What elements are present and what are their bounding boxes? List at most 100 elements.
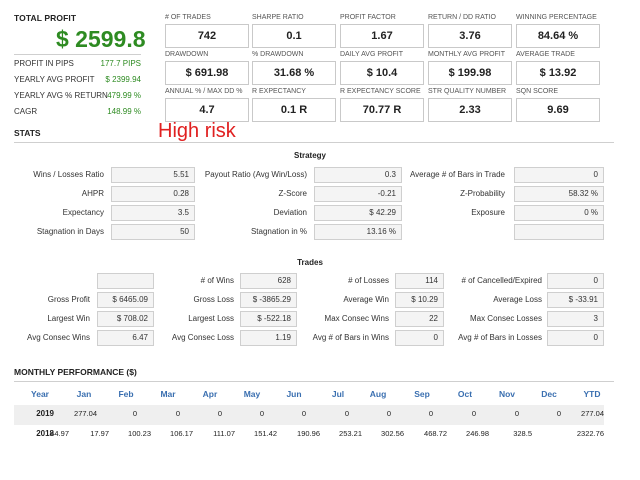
table-cell: 0 [386, 409, 391, 418]
trade-label: # of Wins [200, 276, 234, 285]
stat-value: -0.21 [314, 186, 402, 202]
total-profit-label: TOTAL PROFIT [14, 13, 77, 23]
metric-str-quality-number: STR QUALITY NUMBER 2.33 [428, 88, 512, 124]
trade-value: 0 [547, 273, 604, 289]
col-header-month: Oct [457, 389, 473, 399]
stat-label: Wins / Losses Ratio [33, 170, 104, 179]
trade-value: 0 [547, 330, 604, 346]
stat-label: Stagnation in Days [36, 227, 104, 236]
stat-label: Exposure [471, 208, 505, 217]
metric-average-trade: AVERAGE TRADE $ 13.92 [516, 51, 600, 87]
table-cell: 246.98 [466, 429, 489, 438]
metric-value: 9.69 [516, 98, 600, 122]
metric-value: $ 13.92 [516, 61, 600, 85]
metric-value: 742 [165, 24, 249, 48]
table-cell: 2322.76 [576, 429, 604, 438]
trade-value: 1.19 [240, 330, 297, 346]
metric-label: R EXPECTANCY SCORE [340, 88, 421, 95]
metric-label: AVERAGE TRADE [516, 51, 575, 58]
table-cell: 0 [301, 409, 306, 418]
metric-value: 0.1 [252, 24, 336, 48]
trade-value: 0 [395, 330, 444, 346]
col-header-month: Feb [118, 389, 134, 399]
metric-value: 84.64 % [516, 24, 600, 48]
col-header-month: Dec [541, 389, 557, 399]
table-cell: 106.17 [170, 429, 193, 438]
stat-value: 50 [111, 224, 195, 240]
col-header-month: Jul [331, 389, 345, 399]
stat-value: 0 [514, 167, 604, 183]
stat-label: Z-Score [278, 189, 307, 198]
table-cell: 100.23 [128, 429, 151, 438]
stat-value: 3.5 [111, 205, 195, 221]
monthly-title: MONTHLY PERFORMANCE ($) [14, 367, 137, 377]
metric-label: WINNING PERCENTAGE [516, 14, 597, 21]
table-cell: 0 [132, 409, 137, 418]
metric-label: # OF TRADES [165, 14, 211, 21]
table-cell: 0 [556, 409, 561, 418]
table-cell: 468.72 [424, 429, 447, 438]
metric-annual-max-dd: ANNUAL % / MAX DD % 4.7 [165, 88, 249, 124]
summary-divider [14, 54, 141, 55]
trade-value: $ 10.29 [395, 292, 444, 308]
stat-value: 13.16 % [314, 224, 402, 240]
high-risk-annotation: High risk [158, 120, 236, 142]
metric-label: PROFIT FACTOR [340, 14, 396, 21]
col-header-ytd: YTD [583, 389, 601, 399]
row-year: 2019 [36, 409, 54, 418]
trade-label: Average Win [343, 295, 389, 304]
metric-winning-percentage: WINNING PERCENTAGE 84.64 % [516, 14, 600, 50]
metric-value: 1.67 [340, 24, 424, 48]
table-cell: 0 [217, 409, 222, 418]
metric-value: 0.1 R [252, 98, 336, 122]
col-header-month: Mar [160, 389, 176, 399]
metric-label: DRAWDOWN [165, 51, 209, 58]
col-header-month: Sep [414, 389, 430, 399]
stat-label: Payout Ratio (Avg Win/Loss) [204, 170, 307, 179]
trade-value: 628 [240, 273, 297, 289]
metric-value: 2.33 [428, 98, 512, 122]
metric-value: 4.7 [165, 98, 249, 122]
metric-monthly-avg-profit: MONTHLY AVG PROFIT $ 199.98 [428, 51, 512, 87]
metric-label: DAILY AVG PROFIT [340, 51, 404, 58]
metric-label: MONTHLY AVG PROFIT [428, 51, 506, 58]
stat-label: Average # of Bars in Trade [409, 170, 505, 179]
stat-label: AHPR [81, 189, 104, 198]
metric-value: 31.68 % [252, 61, 336, 85]
summary-value: 479.99 % [107, 91, 141, 100]
table-cell: 328.5 [513, 429, 532, 438]
table-cell: 17.97 [90, 429, 109, 438]
metric-label: % DRAWDOWN [252, 51, 304, 58]
trade-label: Avg Consec Wins [27, 333, 90, 342]
stat-value: $ 42.29 [314, 205, 402, 221]
trade-label: Largest Loss [188, 314, 234, 323]
trade-label: # of Cancelled/Expired [461, 276, 543, 285]
stat-value: 58.32 % [514, 186, 604, 202]
summary-value: $ 2399.94 [105, 75, 141, 84]
trade-value: 6.47 [97, 330, 154, 346]
stat-value: 5.51 [111, 167, 195, 183]
table-cell: 277.04 [74, 409, 97, 418]
summary-value: 148.99 % [107, 107, 141, 116]
trade-value: 114 [395, 273, 444, 289]
strategy-title: Strategy [293, 151, 326, 160]
stats-divider [14, 142, 614, 143]
trades-title: Trades [297, 258, 323, 267]
metric-drawdown: DRAWDOWN $ 691.98 [165, 51, 249, 87]
metric-label: ANNUAL % / MAX DD % [165, 88, 243, 95]
total-profit-value: $ 2599.8 [56, 26, 146, 52]
trade-value: $ -33.91 [547, 292, 604, 308]
trade-label: Avg # of Bars in Losses [458, 333, 542, 342]
summary-value: 177.7 PIPS [100, 59, 141, 68]
monthly-divider [14, 381, 614, 382]
table-cell: 190.96 [297, 429, 320, 438]
table-cell: 0 [471, 409, 476, 418]
metric-value: 3.76 [428, 24, 512, 48]
metric-value: $ 691.98 [165, 61, 249, 85]
trade-label: Avg Consec Loss [171, 333, 234, 342]
stat-label: Deviation [273, 208, 307, 217]
stat-label: Expectancy [62, 208, 104, 217]
metric-sqn-score: SQN SCORE 9.69 [516, 88, 600, 124]
trade-value: $ 6465.09 [97, 292, 154, 308]
metric-value: $ 10.4 [340, 61, 424, 85]
